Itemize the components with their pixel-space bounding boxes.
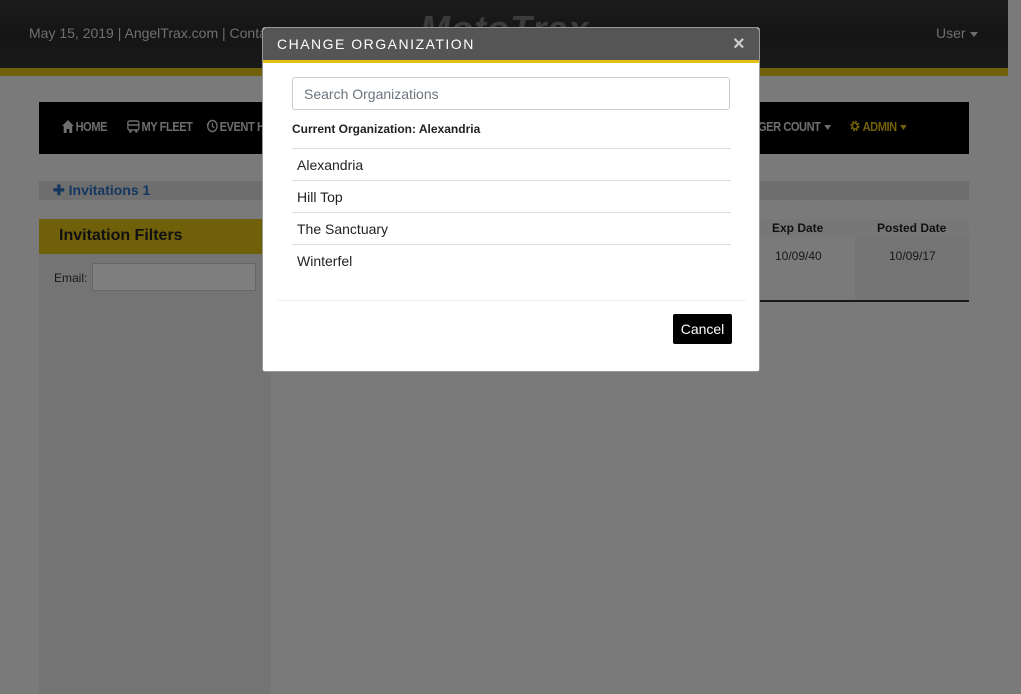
modal-header: CHANGE ORGANIZATION ×: [263, 28, 759, 60]
organization-list: Alexandria Hill Top The Sanctuary Winter…: [292, 148, 731, 276]
close-icon[interactable]: ×: [733, 33, 745, 56]
current-organization-label: Current Organization: Alexandria: [292, 122, 481, 136]
search-organizations-input[interactable]: [292, 77, 730, 110]
modal-footer-divider: [277, 300, 746, 301]
organization-item[interactable]: Hill Top: [292, 180, 731, 212]
organization-item[interactable]: Alexandria: [292, 148, 731, 180]
cancel-button[interactable]: Cancel: [673, 314, 732, 344]
modal-accent-stripe: [263, 60, 759, 63]
organization-item[interactable]: The Sanctuary: [292, 212, 731, 244]
organization-item[interactable]: Winterfel: [292, 244, 731, 276]
change-organization-modal: CHANGE ORGANIZATION × Current Organizati…: [262, 27, 760, 372]
modal-title: CHANGE ORGANIZATION: [277, 36, 475, 52]
